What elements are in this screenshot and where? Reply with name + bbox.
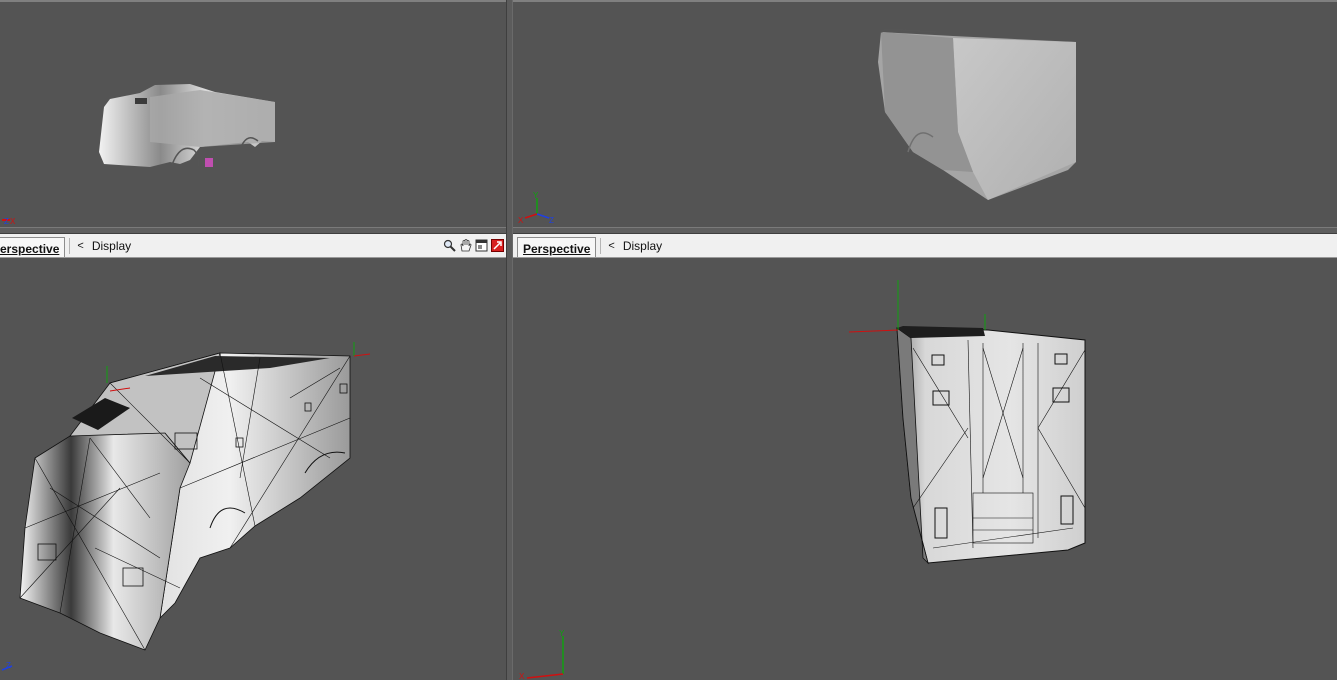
maximize-icon[interactable] <box>474 237 489 253</box>
viewport-bottom-right[interactable]: Y X <box>513 258 1337 680</box>
viewport-header-bottom-left: erspective < Display <box>0 234 506 258</box>
model-truck-rear-view: Y X Z <box>518 27 1076 225</box>
display-menu[interactable]: < Display <box>74 239 131 253</box>
svg-text:Z: Z <box>549 216 554 225</box>
axis-gizmo: Y X <box>519 629 565 680</box>
viewport-toolbar <box>442 237 505 253</box>
viewport-header-bottom-right: Perspective < Display <box>513 234 1337 258</box>
tab-perspective[interactable]: Perspective <box>517 237 597 257</box>
viewport-bottom-left[interactable]: Z <box>0 258 506 680</box>
horizontal-splitter-left[interactable] <box>0 227 506 234</box>
svg-text:X: X <box>10 217 16 226</box>
viewport-top-left-border <box>0 0 506 2</box>
chevron-left-icon: < <box>608 239 615 252</box>
display-label: Display <box>91 238 132 253</box>
chevron-left-icon: < <box>77 239 84 252</box>
separator <box>600 237 602 254</box>
svg-text:Z: Z <box>6 661 11 670</box>
model-truck-rear-wireframe: Y X <box>519 280 1086 680</box>
viewport-top-right[interactable]: Y X Z <box>513 2 1337 227</box>
vertical-splitter[interactable] <box>506 0 513 680</box>
display-label: Display <box>622 238 663 253</box>
zoom-icon[interactable] <box>442 237 457 253</box>
svg-text:Y: Y <box>533 191 539 200</box>
model-truck-side-view: Z X <box>2 84 275 226</box>
axis-gizmo: Z X <box>2 217 16 226</box>
tab-perspective[interactable]: erspective <box>0 237 66 257</box>
separator <box>69 237 71 254</box>
axis-gizmo: Y X Z <box>518 191 554 225</box>
svg-text:Z: Z <box>4 217 9 226</box>
axis-gizmo: Z <box>1 661 13 671</box>
viewport-top-left[interactable]: Z X <box>0 2 506 227</box>
pan-hand-icon[interactable] <box>458 237 473 253</box>
render-icon[interactable] <box>490 237 505 253</box>
display-menu[interactable]: < Display <box>605 239 662 253</box>
svg-text:X: X <box>518 216 524 225</box>
svg-text:X: X <box>519 672 525 680</box>
svg-text:Y: Y <box>559 629 565 638</box>
viewport-top-right-border <box>513 0 1337 2</box>
model-truck-wireframe-perspective: Z <box>1 342 371 671</box>
horizontal-splitter-right[interactable] <box>513 227 1337 234</box>
